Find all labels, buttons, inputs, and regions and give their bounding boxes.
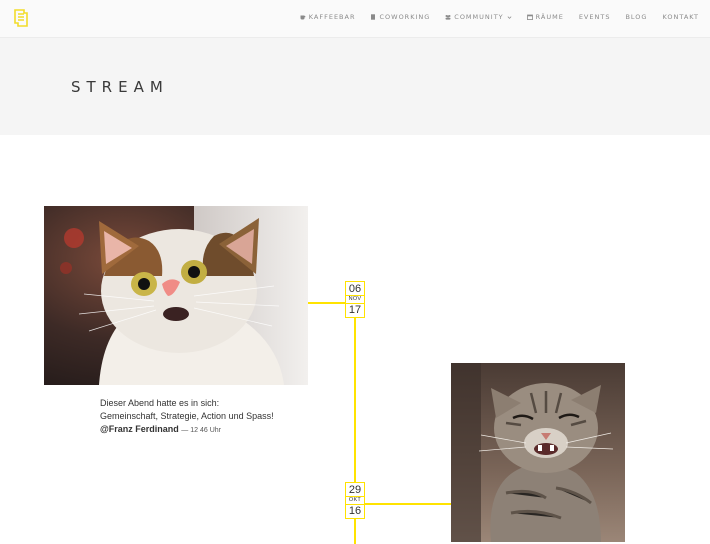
date-year: 16 [348,505,362,517]
coffee-cup-icon [300,15,306,20]
date-month: OKT [346,496,364,505]
nav-label: KONTAKT [662,13,699,21]
building-icon [371,14,376,20]
nav-item-kontakt[interactable]: KONTAKT [662,13,699,21]
nav-item-kaffeebar[interactable]: KAFFEEBAR [300,13,356,21]
cat-image [451,363,625,542]
group-icon [445,15,451,20]
nav-label: BLOG [625,13,648,21]
nav-item-blog[interactable]: BLOG [625,13,647,21]
nav-item-raeume[interactable]: RÄUME [526,13,564,21]
surprised-cat-photo[interactable] [44,206,308,385]
chevron-down-icon [507,15,512,19]
main-nav: KAFFEEBAR COWORKING COMMUNITY RÄUME EVEN… [300,13,699,21]
date-day: 06 [348,283,362,295]
nav-item-coworking[interactable]: COWORKING [370,13,430,21]
nav-label: KAFFEEBAR [308,13,356,21]
caption-line: Dieser Abend hatte es in sich: [100,398,220,408]
timeline-connector [356,503,451,505]
grinning-tabby-cat-photo[interactable] [451,363,625,542]
date-year: 17 [348,304,362,316]
nav-label: EVENTS [578,13,611,21]
cat-image [44,206,308,385]
nav-item-community[interactable]: COMMUNITY [445,13,512,21]
nav-item-events[interactable]: EVENTS [579,13,611,21]
top-navigation-bar: KAFFEEBAR COWORKING COMMUNITY RÄUME EVEN… [0,0,710,38]
caption-line: Gemeinschaft, Strategie, Action und Spas… [100,411,274,421]
nav-label: COWORKING [379,13,431,21]
nav-label: COMMUNITY [454,13,504,21]
date-month: NOV [346,295,364,304]
calendar-icon [526,14,533,20]
nav-label: RÄUME [535,13,564,21]
post-caption: Dieser Abend hatte es in sich: Gemeinsch… [100,397,320,437]
date-badge: 06 NOV 17 [345,281,365,318]
date-badge: 29 OKT 16 [345,482,365,519]
post-time: — 12 46 Uhr [181,427,221,434]
page-title: STREAM [71,78,169,96]
post-author[interactable]: @Franz Ferdinand [100,424,179,434]
date-day: 29 [348,484,362,496]
logo-icon[interactable] [13,9,29,27]
